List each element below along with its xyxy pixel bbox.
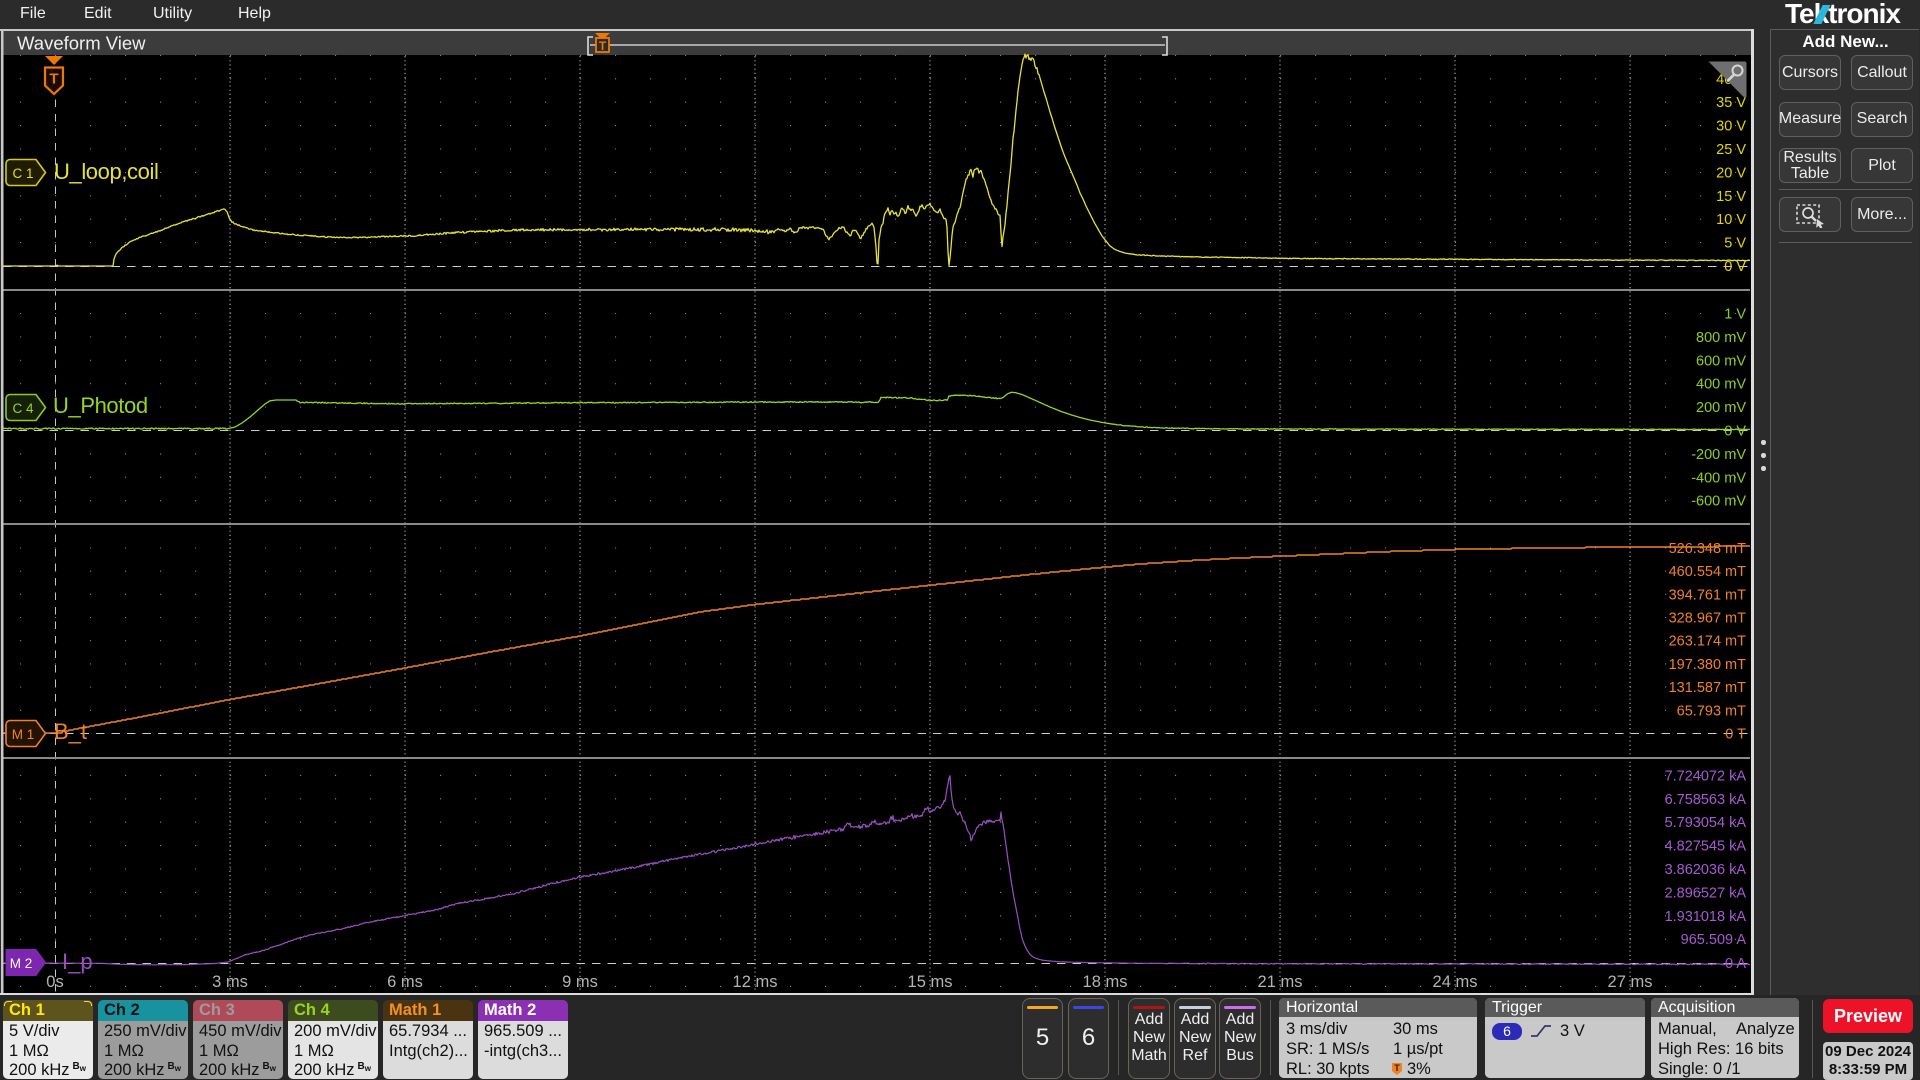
svg-text:M 2: M 2 [10,956,33,971]
svg-text:-600 mV: -600 mV [1691,494,1746,510]
svg-text:30 V: 30 V [1716,119,1746,135]
svg-text:2.896527 kA: 2.896527 kA [1665,885,1747,901]
svg-text:T: T [1394,1063,1400,1073]
svg-text:131.587 mT: 131.587 mT [1669,680,1747,696]
svg-text:3.862036 kA: 3.862036 kA [1665,862,1747,878]
svg-text:18 ms: 18 ms [1083,973,1128,991]
svg-text:4.827545 kA: 4.827545 kA [1665,839,1747,855]
svg-text:0 V: 0 V [1724,424,1746,440]
svg-text:9 ms: 9 ms [562,973,598,991]
svg-text:-400 mV: -400 mV [1691,470,1746,486]
svg-text:12 ms: 12 ms [733,973,778,991]
svg-text:0 V: 0 V [1724,259,1746,275]
svg-text:10 V: 10 V [1716,212,1746,228]
svg-text:25 V: 25 V [1716,142,1746,158]
svg-text:15 V: 15 V [1716,189,1746,205]
svg-text:600 mV: 600 mV [1696,353,1746,369]
svg-text:65.793 mT: 65.793 mT [1677,703,1746,719]
svg-text:5 V: 5 V [1724,236,1746,252]
svg-text:M 1: M 1 [12,727,35,742]
svg-text:Waveform View: Waveform View [17,33,146,54]
svg-text:460.554 mT: 460.554 mT [1669,564,1747,580]
svg-text:B_t: B_t [54,719,87,744]
svg-text:U_Photod: U_Photod [53,393,148,418]
svg-text:6 ms: 6 ms [387,973,423,991]
svg-text:965.509 A: 965.509 A [1681,932,1747,948]
svg-text:200 mV: 200 mV [1696,400,1746,416]
svg-text:6.758563 kA: 6.758563 kA [1665,792,1747,808]
svg-text:20 V: 20 V [1716,165,1746,181]
svg-text:1 V: 1 V [1724,307,1746,323]
svg-text:328.967 mT: 328.967 mT [1669,611,1747,627]
svg-text:394.761 mT: 394.761 mT [1669,587,1747,603]
svg-text:27 ms: 27 ms [1608,973,1653,991]
svg-text:400 mV: 400 mV [1696,377,1746,393]
svg-text:7.724072 kA: 7.724072 kA [1665,768,1747,784]
svg-text:526.348 mT: 526.348 mT [1669,541,1747,557]
svg-text:263.174 mT: 263.174 mT [1669,634,1747,650]
svg-text:0 T: 0 T [1725,727,1746,743]
svg-text:5.793054 kA: 5.793054 kA [1665,815,1747,831]
svg-text:U_loop,coil: U_loop,coil [54,159,158,184]
svg-text:24 ms: 24 ms [1433,973,1478,991]
svg-text:C 4: C 4 [12,401,34,416]
svg-text:3 ms: 3 ms [212,973,248,991]
svg-text:800 mV: 800 mV [1696,330,1746,346]
svg-text:I_p: I_p [62,949,93,974]
svg-text:T: T [599,39,607,53]
svg-text:197.380 mT: 197.380 mT [1669,657,1747,673]
svg-text:35 V: 35 V [1716,95,1746,111]
svg-text:15 ms: 15 ms [908,973,953,991]
svg-text:0s: 0s [46,973,63,991]
svg-text:T: T [49,71,58,88]
svg-text:21 ms: 21 ms [1258,973,1303,991]
svg-text:C 1: C 1 [12,166,33,181]
svg-text:-200 mV: -200 mV [1691,447,1746,463]
svg-text:1.931018 kA: 1.931018 kA [1665,909,1747,925]
